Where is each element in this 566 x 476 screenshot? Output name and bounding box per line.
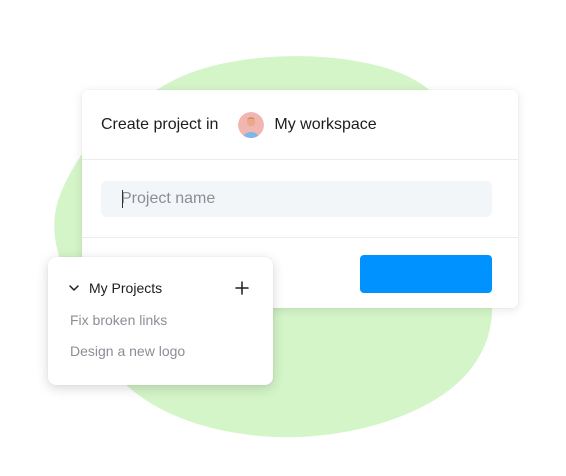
project-list-item[interactable]: Design a new logo: [70, 343, 185, 359]
project-list-item[interactable]: Fix broken links: [70, 312, 167, 328]
projects-panel-title: My Projects: [89, 280, 163, 296]
plus-icon[interactable]: [235, 281, 249, 295]
project-name-input[interactable]: [101, 181, 492, 217]
workspace-avatar[interactable]: [238, 111, 265, 138]
projects-panel: My Projects Fix broken links Design a ne…: [48, 257, 273, 385]
chevron-down-icon[interactable]: [68, 283, 80, 293]
create-project-button[interactable]: [360, 255, 492, 293]
dialog-header: Create project in My workspace: [82, 90, 518, 160]
projects-panel-header[interactable]: My Projects: [48, 278, 273, 298]
dialog-body: [82, 160, 518, 238]
user-avatar-icon: [238, 111, 265, 138]
text-caret: [122, 190, 123, 208]
workspace-name[interactable]: My workspace: [274, 116, 376, 134]
dialog-title: Create project in: [101, 115, 219, 133]
